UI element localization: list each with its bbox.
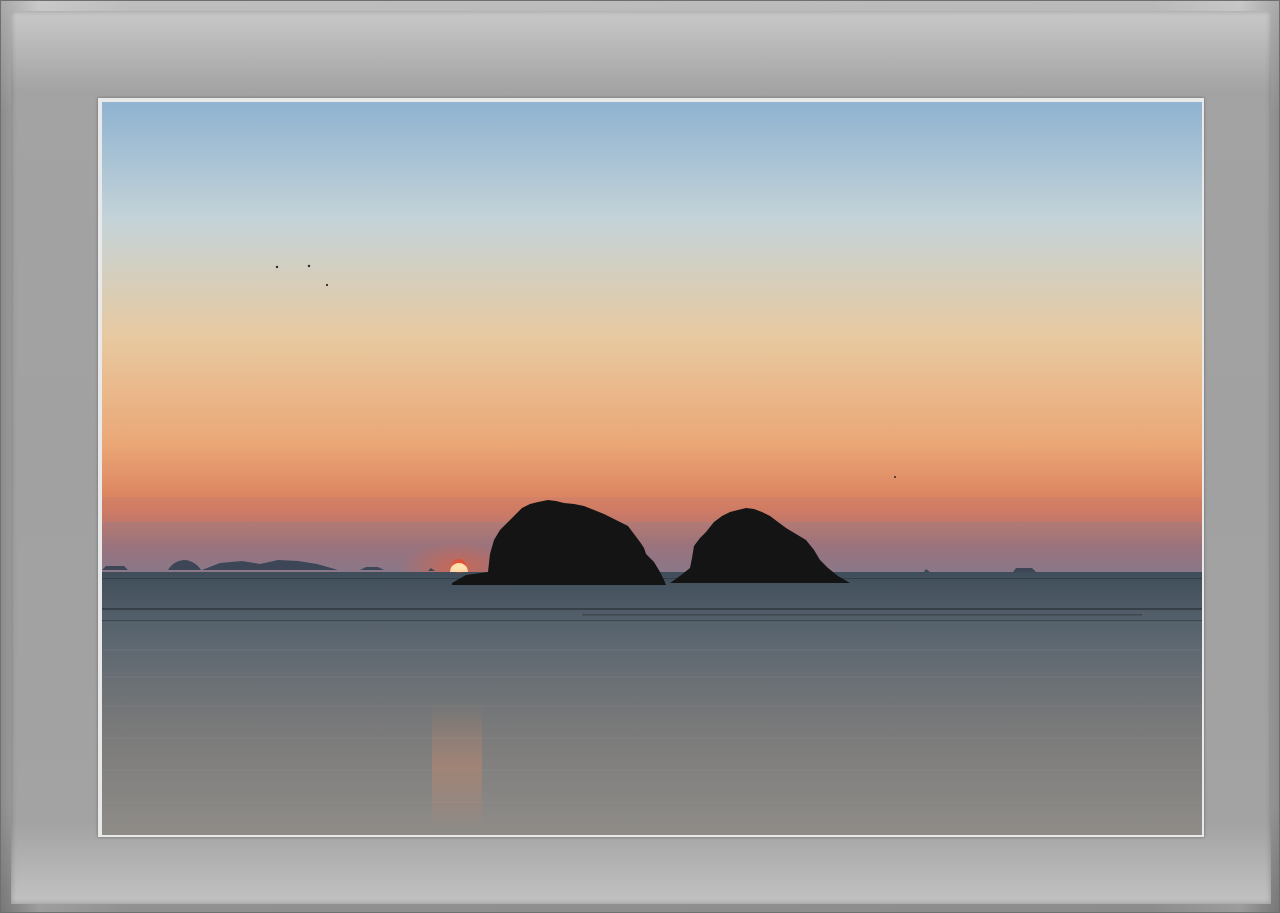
sun-reflection bbox=[432, 702, 482, 832]
photo-border bbox=[98, 98, 1204, 837]
sea bbox=[102, 572, 1202, 835]
outer-frame bbox=[0, 0, 1280, 913]
photo-mat bbox=[11, 11, 1271, 904]
sunset-photo bbox=[102, 102, 1202, 835]
seascape-scene bbox=[102, 102, 1202, 835]
